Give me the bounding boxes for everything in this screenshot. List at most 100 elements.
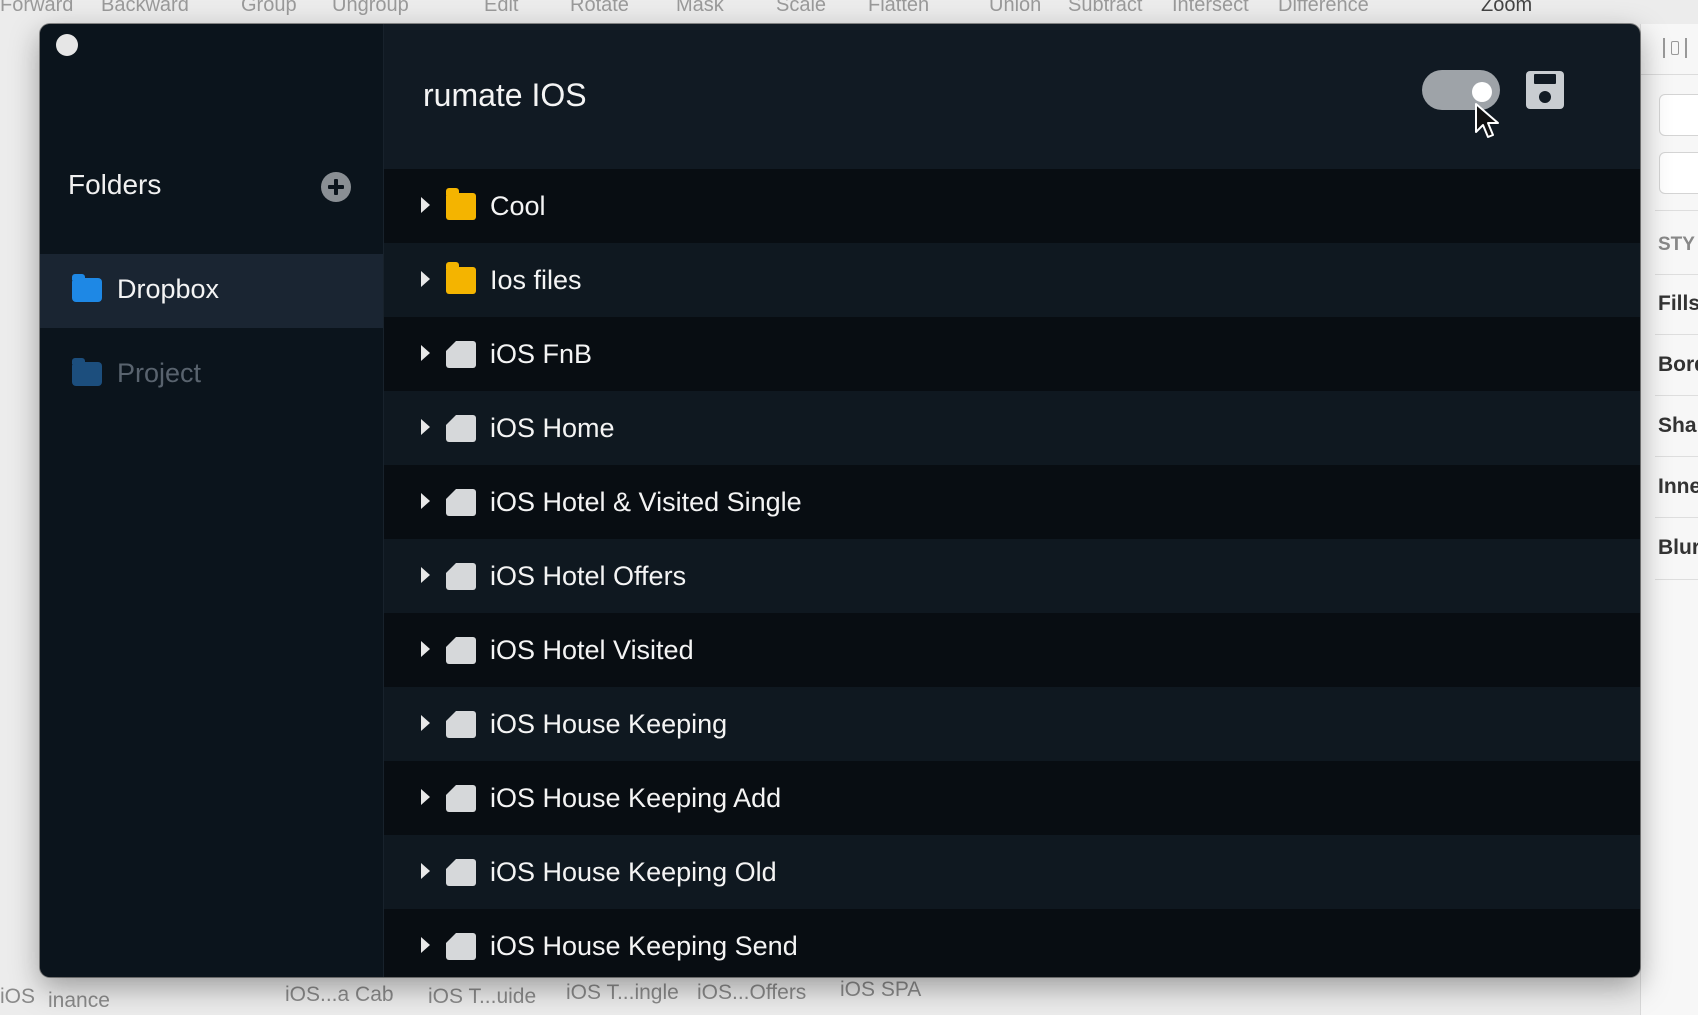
chevron-right-icon[interactable] — [421, 641, 430, 657]
inspector-field[interactable] — [1659, 94, 1698, 136]
toolbar-flatten[interactable]: Flatten — [868, 0, 929, 17]
toolbar-group[interactable]: Group — [241, 0, 297, 17]
save-button[interactable] — [1526, 71, 1564, 109]
main-panel: rumate IOS Cool Ios files iOS FnB iOS Ho… — [384, 24, 1640, 977]
chevron-right-icon[interactable] — [421, 567, 430, 583]
artboard-label[interactable]: iOS T...uide — [428, 985, 536, 1009]
artboard-label[interactable]: iOS...Offers — [697, 981, 806, 1005]
yellow-folder-icon — [446, 262, 476, 294]
grey-folder-icon — [446, 785, 476, 812]
floppy-disk-icon — [1534, 74, 1556, 84]
toolbar-rotate[interactable]: Rotate — [570, 0, 629, 17]
sidebar-item-label: Project — [117, 358, 202, 388]
grey-folder-icon — [446, 415, 476, 442]
list-item-label: iOS House Keeping — [490, 709, 728, 739]
grey-folder-icon — [446, 563, 476, 590]
grey-folder-icon — [446, 341, 476, 368]
list-item[interactable]: Cool — [384, 169, 1640, 243]
artboard-label[interactable]: iOS — [0, 985, 35, 1009]
mouse-cursor-icon — [1475, 103, 1499, 138]
list-item-label: iOS House Keeping Add — [490, 783, 782, 813]
toolbar-union[interactable]: Union — [989, 0, 1041, 17]
floppy-disk-hub — [1539, 91, 1551, 103]
toolbar-scale[interactable]: Scale — [776, 0, 826, 17]
list-item-label: iOS Hotel Offers — [490, 561, 687, 591]
toolbar-edit[interactable]: Edit — [484, 0, 518, 17]
artboard-label[interactable]: iOS...a Cab — [285, 983, 394, 1007]
grey-folder-icon — [446, 711, 476, 738]
list-item[interactable]: iOS House Keeping Old — [384, 835, 1640, 909]
list-item[interactable]: Ios files — [384, 243, 1640, 317]
inspector-borders[interactable]: Bord — [1658, 353, 1698, 377]
sidebar-title: Folders — [68, 169, 162, 200]
background-toolbar: Forward Backward Group Ungroup Edit Rota… — [0, 0, 1698, 24]
toolbar-difference[interactable]: Difference — [1278, 0, 1369, 17]
toolbar-zoom[interactable]: Zoom — [1481, 0, 1532, 17]
inspector-fills[interactable]: Fills — [1658, 292, 1698, 316]
folder-icon — [72, 358, 102, 386]
chevron-right-icon[interactable] — [421, 419, 430, 435]
sidebar-item-label: Dropbox — [117, 274, 220, 304]
add-folder-button[interactable] — [321, 172, 351, 202]
toolbar-subtract[interactable]: Subtract — [1068, 0, 1142, 17]
align-icon[interactable] — [1663, 38, 1687, 58]
toolbar-ungroup[interactable]: Ungroup — [332, 0, 409, 17]
window-close-button[interactable] — [56, 34, 78, 56]
grey-folder-icon — [446, 489, 476, 516]
artboard-label[interactable]: inance — [48, 989, 110, 1013]
chevron-right-icon[interactable] — [421, 197, 430, 213]
toolbar-backward[interactable]: Backward — [101, 0, 189, 17]
list-item-label: iOS House Keeping Old — [490, 857, 777, 887]
divider — [1655, 456, 1698, 457]
chevron-right-icon[interactable] — [421, 271, 430, 287]
divider — [1655, 334, 1698, 335]
inspector-blur[interactable]: Blur — [1658, 536, 1698, 560]
page-title: rumate IOS — [423, 77, 587, 113]
chevron-right-icon[interactable] — [421, 937, 430, 953]
list-item-label: iOS FnB — [490, 339, 593, 369]
grey-folder-icon — [446, 933, 476, 960]
list-item[interactable]: iOS House Keeping — [384, 687, 1640, 761]
artboard-label[interactable]: iOS SPA — [840, 978, 921, 1002]
sidebar-item-dropbox[interactable]: Dropbox — [40, 254, 383, 328]
folder-icon — [72, 274, 102, 302]
divider — [1655, 274, 1698, 275]
list-item[interactable]: iOS House Keeping Send — [384, 909, 1640, 977]
list-item[interactable]: iOS Hotel Offers — [384, 539, 1640, 613]
list-item-label: iOS House Keeping Send — [490, 931, 798, 961]
background-inspector: STY Fills Bord Sha Inne Blur — [1640, 24, 1698, 1015]
artboard-label[interactable]: iOS T...ingle — [566, 981, 679, 1005]
list-item-label: Ios files — [490, 265, 582, 295]
divider — [1655, 210, 1698, 211]
list-item[interactable]: iOS Hotel & Visited Single — [384, 465, 1640, 539]
toolbar-forward[interactable]: Forward — [0, 0, 73, 17]
inspector-shadows[interactable]: Sha — [1658, 414, 1697, 438]
list-item[interactable]: iOS FnB — [384, 317, 1640, 391]
list-item-label: Cool — [490, 191, 546, 221]
toolbar-intersect[interactable]: Intersect — [1172, 0, 1249, 17]
inspector-inner-shadows[interactable]: Inne — [1658, 475, 1698, 499]
sidebar: Folders Dropbox Project — [40, 24, 384, 977]
chevron-right-icon[interactable] — [421, 493, 430, 509]
chevron-right-icon[interactable] — [421, 715, 430, 731]
toolbar-mask[interactable]: Mask — [676, 0, 724, 17]
divider — [1655, 395, 1698, 396]
toggle-knob — [1472, 82, 1492, 102]
divider — [1655, 517, 1698, 518]
list-item[interactable]: iOS House Keeping Add — [384, 761, 1640, 835]
list-item-label: iOS Hotel Visited — [490, 635, 694, 665]
inspector-style-label: STY — [1658, 234, 1695, 255]
folder-browser-window: Folders Dropbox Project rumate IOS Cool … — [40, 24, 1640, 977]
sidebar-item-project[interactable]: Project — [40, 338, 383, 412]
divider — [1655, 579, 1698, 580]
chevron-right-icon[interactable] — [421, 789, 430, 805]
chevron-right-icon[interactable] — [421, 345, 430, 361]
inspector-header — [1641, 24, 1698, 75]
grey-folder-icon — [446, 859, 476, 886]
list-item[interactable]: iOS Home — [384, 391, 1640, 465]
list-item-label: iOS Hotel & Visited Single — [490, 487, 802, 517]
list-item[interactable]: iOS Hotel Visited — [384, 613, 1640, 687]
chevron-right-icon[interactable] — [421, 863, 430, 879]
inspector-field[interactable] — [1659, 152, 1698, 194]
list-item-label: iOS Home — [490, 413, 615, 443]
